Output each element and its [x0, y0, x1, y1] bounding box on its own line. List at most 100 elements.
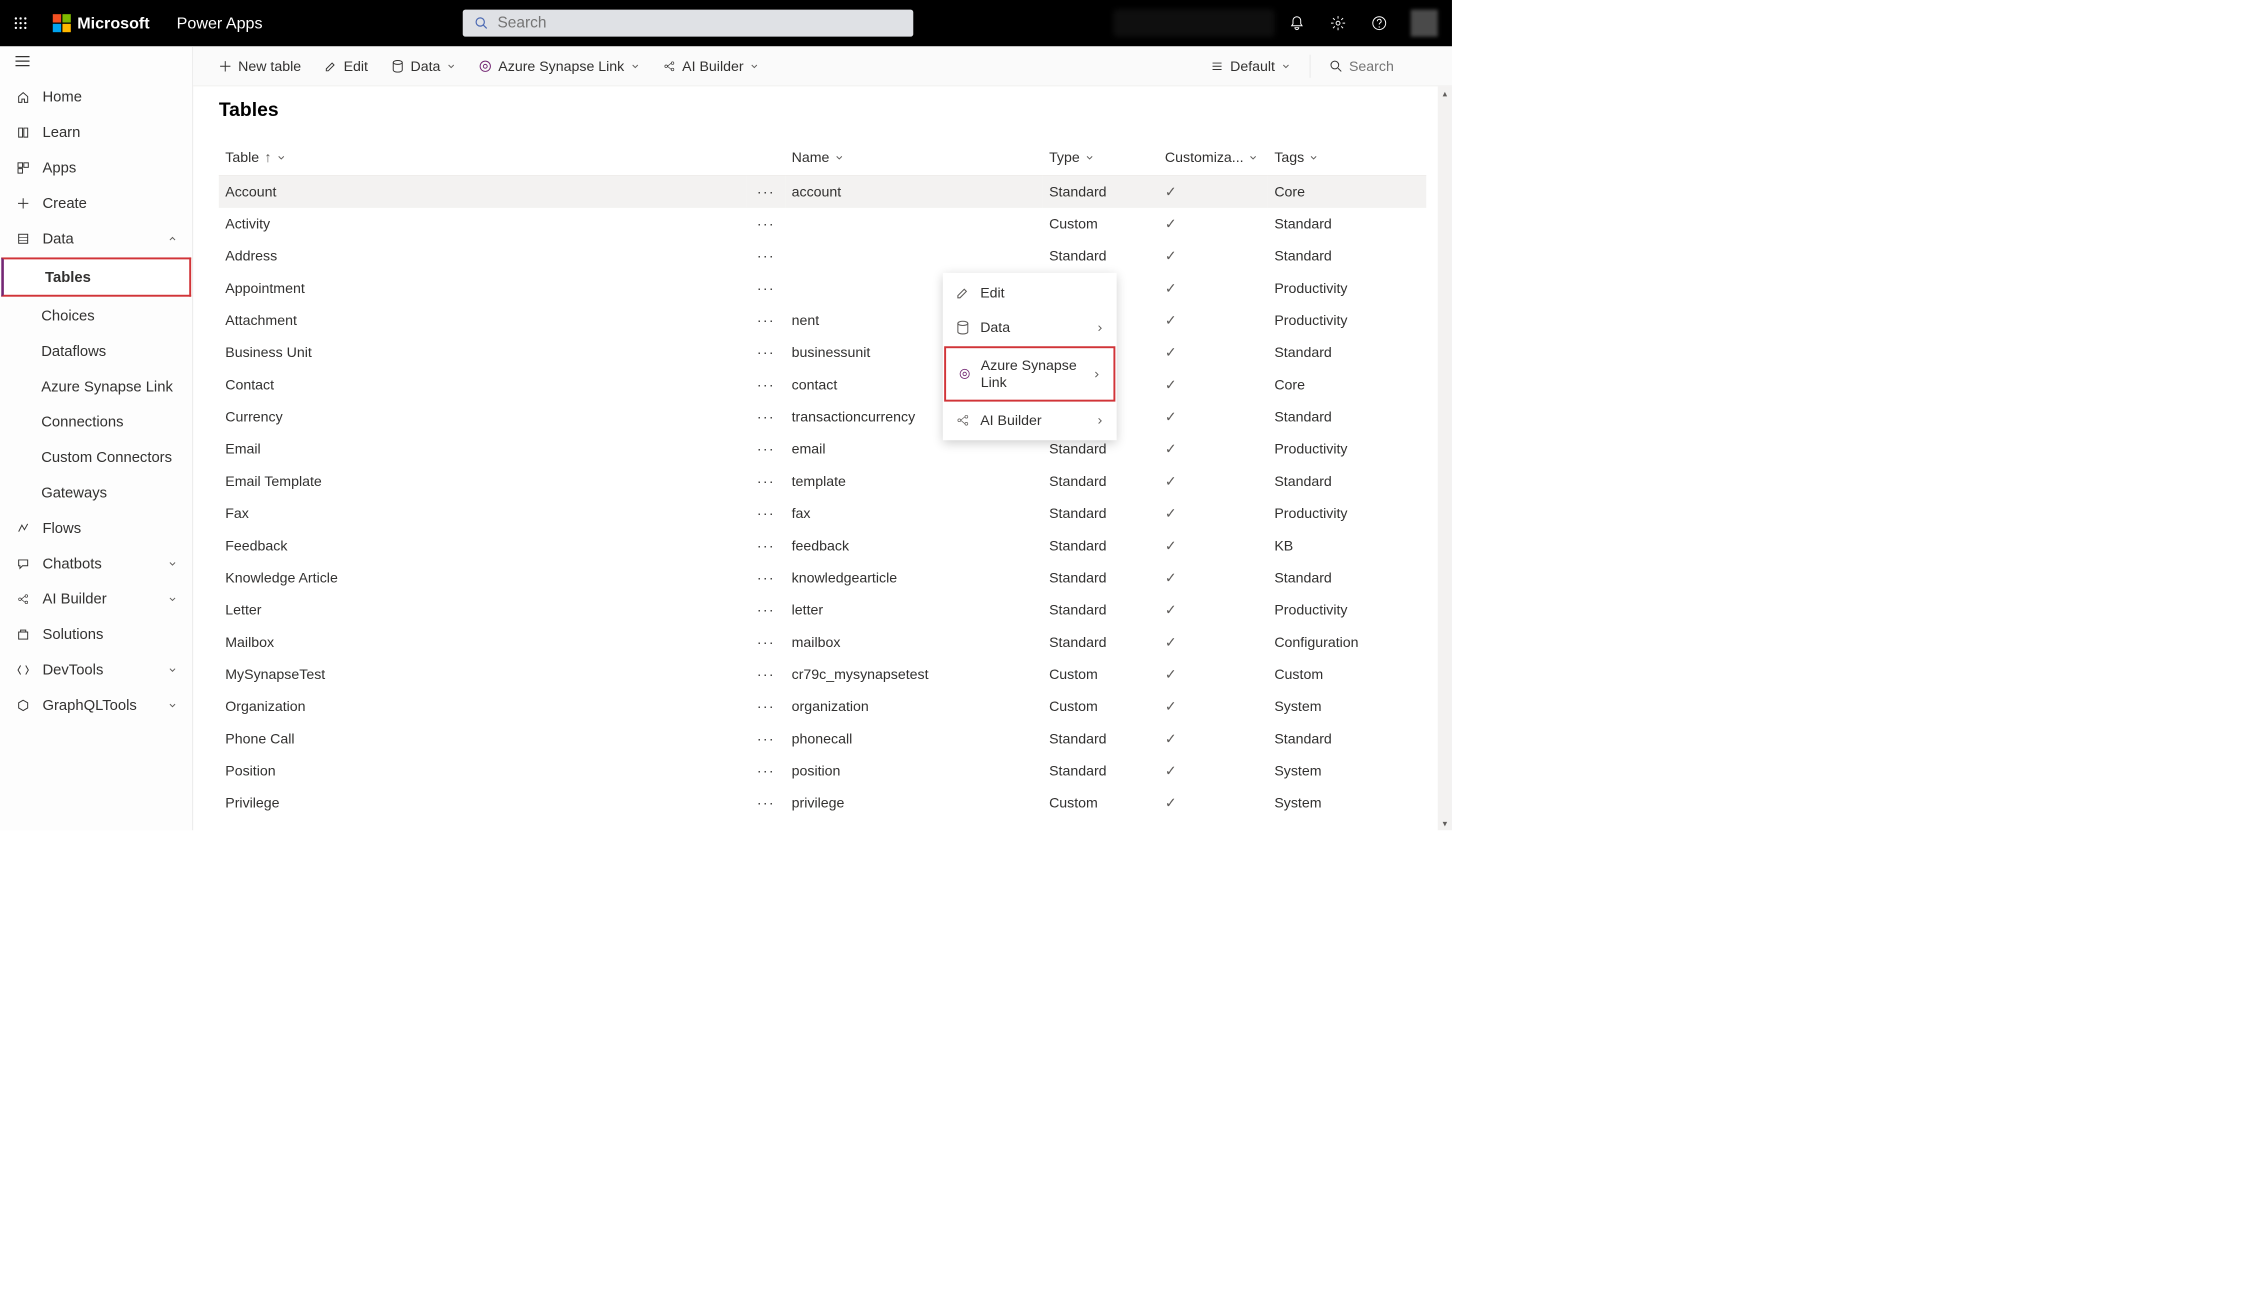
table-row[interactable]: Fax···faxStandard✓Productivity	[219, 498, 1426, 530]
row-more-button[interactable]: ···	[747, 626, 786, 658]
sidebar-item-ai-builder[interactable]: AI Builder	[0, 581, 192, 616]
view-selector[interactable]: Default	[1200, 52, 1300, 79]
column-header-customizable[interactable]: Customiza...	[1165, 149, 1262, 166]
ctx-ai[interactable]: AI Builder	[943, 403, 1117, 438]
pencil-icon	[324, 60, 337, 73]
global-search[interactable]	[463, 10, 914, 37]
row-more-button[interactable]: ···	[747, 498, 786, 530]
row-more-button[interactable]: ···	[747, 433, 786, 465]
row-more-button[interactable]: ···	[747, 175, 786, 208]
table-row[interactable]: Mailbox···mailboxStandard✓Configuration	[219, 626, 1426, 658]
sidebar-item-apps[interactable]: Apps	[0, 150, 192, 185]
row-more-button[interactable]: ···	[747, 465, 786, 497]
row-more-button[interactable]: ···	[747, 369, 786, 401]
row-more-button[interactable]: ···	[747, 691, 786, 723]
ctx-data[interactable]: Data	[943, 310, 1117, 345]
row-more-button[interactable]: ···	[747, 304, 786, 336]
sidebar-item-graphqltools[interactable]: GraphQLTools	[0, 687, 192, 722]
scroll-up-icon[interactable]: ▴	[1438, 86, 1452, 100]
settings-button[interactable]	[1328, 14, 1347, 33]
sidebar-item-choices[interactable]: Choices	[0, 298, 192, 333]
sidebar-item-devtools[interactable]: DevTools	[0, 652, 192, 687]
list-icon	[1211, 60, 1224, 73]
column-header-name[interactable]: Name	[792, 149, 1037, 166]
notifications-button[interactable]	[1287, 14, 1306, 33]
sidebar-item-label: Choices	[41, 307, 94, 324]
app-launcher-button[interactable]	[8, 10, 34, 36]
row-more-button[interactable]: ···	[747, 755, 786, 787]
row-more-button[interactable]: ···	[747, 208, 786, 240]
table-row[interactable]: Attachment···nentStandard✓Productivity	[219, 304, 1426, 336]
synapse-link-button[interactable]: Azure Synapse Link	[469, 52, 650, 79]
table-row[interactable]: MySynapseTest···cr79c_mysynapsetestCusto…	[219, 658, 1426, 690]
sidebar-item-gateways[interactable]: Gateways	[0, 475, 192, 510]
edit-button[interactable]: Edit	[314, 52, 378, 79]
cell-customizable: ✓	[1158, 723, 1267, 755]
row-more-button[interactable]: ···	[747, 658, 786, 690]
table-row[interactable]: Knowledge Article···knowledgearticleStan…	[219, 562, 1426, 594]
row-more-button[interactable]: ···	[747, 787, 786, 819]
row-more-button[interactable]: ···	[747, 272, 786, 304]
sidebar-item-chatbots[interactable]: Chatbots	[0, 546, 192, 581]
sidebar-item-create[interactable]: Create	[0, 185, 192, 220]
table-row[interactable]: Feedback···feedbackStandard✓KB	[219, 530, 1426, 562]
chevron-right-icon	[1093, 366, 1101, 383]
sidebar-toggle[interactable]	[0, 46, 192, 79]
table-search[interactable]	[1319, 52, 1436, 79]
table-row[interactable]: Appointment···Standard✓Productivity	[219, 272, 1426, 304]
table-row[interactable]: Organization···organizationCustom✓System	[219, 691, 1426, 723]
table-row[interactable]: Position···positionStandard✓System	[219, 755, 1426, 787]
row-more-button[interactable]: ···	[747, 240, 786, 272]
sidebar-item-home[interactable]: Home	[0, 79, 192, 114]
column-header-tags[interactable]: Tags	[1274, 149, 1419, 166]
table-row[interactable]: Address···Standard✓Standard	[219, 240, 1426, 272]
sidebar-item-connections[interactable]: Connections	[0, 404, 192, 439]
column-header-type[interactable]: Type	[1049, 149, 1152, 166]
ctx-ai-label: AI Builder	[980, 412, 1041, 429]
database-icon	[391, 60, 404, 73]
sidebar-item-learn[interactable]: Learn	[0, 115, 192, 150]
sidebar-item-flows[interactable]: Flows	[0, 510, 192, 545]
table-row[interactable]: Activity···Custom✓Standard	[219, 208, 1426, 240]
help-button[interactable]	[1370, 14, 1389, 33]
table-row[interactable]: Privilege···privilegeCustom✓System	[219, 787, 1426, 819]
sidebar-item-tables[interactable]: Tables	[1, 257, 191, 296]
new-table-button[interactable]: New table	[209, 52, 312, 79]
search-icon	[474, 16, 488, 30]
table-search-input[interactable]	[1349, 58, 1426, 75]
flow-icon	[15, 520, 30, 535]
ctx-edit[interactable]: Edit	[943, 275, 1117, 310]
sidebar-item-label: Home	[42, 88, 81, 105]
cell-tags: System	[1268, 787, 1426, 819]
environment-picker[interactable]	[1113, 10, 1274, 37]
table-row[interactable]: Email···emailStandard✓Productivity	[219, 433, 1426, 465]
sidebar-item-data[interactable]: Data	[0, 221, 192, 256]
data-button[interactable]: Data	[381, 52, 466, 79]
row-more-button[interactable]: ···	[747, 562, 786, 594]
sidebar-item-azure-synapse-link[interactable]: Azure Synapse Link	[0, 369, 192, 404]
table-row[interactable]: Contact···contactStandard✓Core	[219, 369, 1426, 401]
sidebar-item-solutions[interactable]: Solutions	[0, 617, 192, 652]
sidebar-item-custom-connectors[interactable]: Custom Connectors	[0, 440, 192, 475]
sidebar-item-dataflows[interactable]: Dataflows	[0, 333, 192, 368]
scrollbar[interactable]: ▴ ▾	[1438, 86, 1452, 830]
ai-builder-button[interactable]: AI Builder	[653, 52, 770, 79]
table-row[interactable]: Currency···transactioncurrencyStandard✓S…	[219, 401, 1426, 433]
ctx-synapse[interactable]: Azure Synapse Link	[944, 346, 1115, 401]
synapse-icon	[479, 60, 492, 73]
table-row[interactable]: Email Template···templateStandard✓Standa…	[219, 465, 1426, 497]
row-more-button[interactable]: ···	[747, 594, 786, 626]
row-more-button[interactable]: ···	[747, 401, 786, 433]
table-row[interactable]: Account···accountStandard✓Core	[219, 175, 1426, 208]
table-row[interactable]: Phone Call···phonecallStandard✓Standard	[219, 723, 1426, 755]
row-more-button[interactable]: ···	[747, 530, 786, 562]
scroll-down-icon[interactable]: ▾	[1438, 816, 1452, 830]
cell-name: cr79c_mysynapsetest	[785, 658, 1042, 690]
table-row[interactable]: Business Unit···businessunitStandard✓Sta…	[219, 337, 1426, 369]
column-header-table[interactable]: Table ↑	[225, 149, 740, 166]
user-avatar[interactable]	[1411, 10, 1438, 37]
row-more-button[interactable]: ···	[747, 337, 786, 369]
row-more-button[interactable]: ···	[747, 723, 786, 755]
global-search-input[interactable]	[497, 14, 901, 32]
table-row[interactable]: Letter···letterStandard✓Productivity	[219, 594, 1426, 626]
